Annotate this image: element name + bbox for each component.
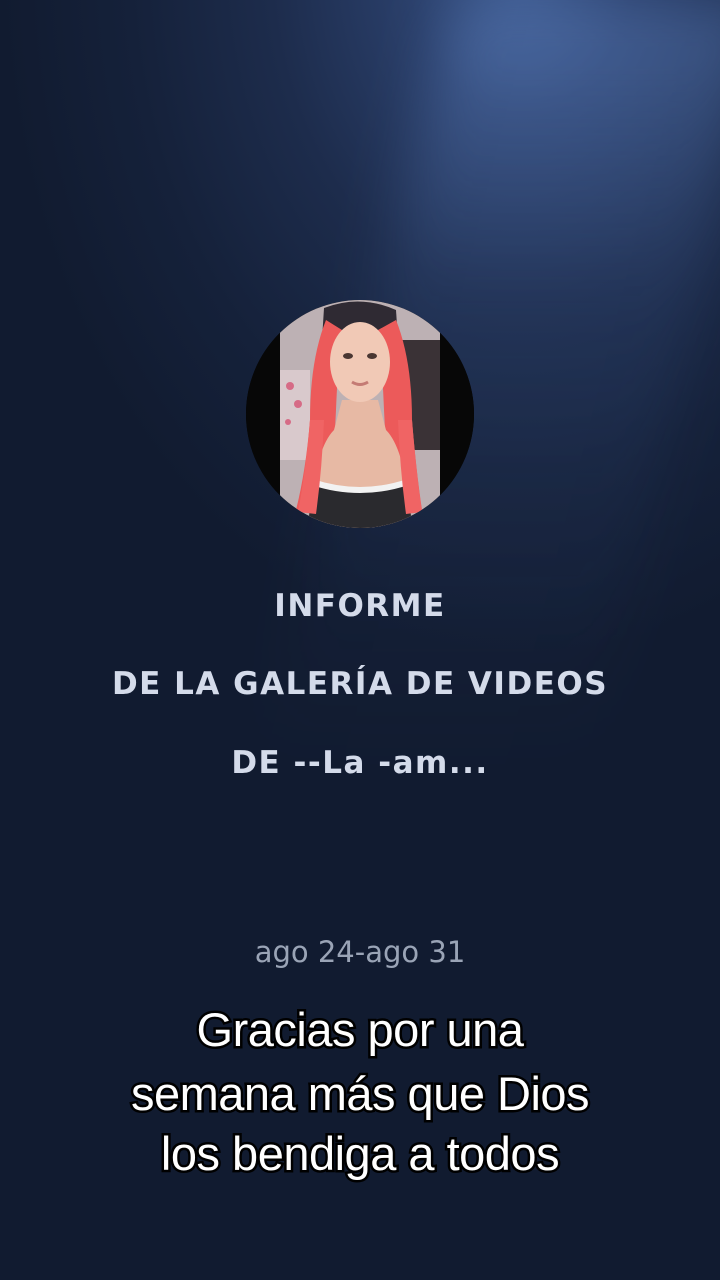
report-date-range: ago 24-ago 31	[254, 935, 466, 969]
caption-line-2: semana más que Dios	[128, 1065, 592, 1122]
profile-avatar	[246, 300, 474, 528]
report-title-line-1: INFORME	[274, 588, 446, 624]
report-title-line-3: DE --La -am...	[231, 745, 489, 781]
report-title-line-2: DE LA GALERÍA DE VIDEOS	[111, 666, 609, 702]
caption-line-3: los bendiga a todos	[158, 1125, 562, 1182]
caption-line-1: Gracias por una	[194, 1001, 526, 1058]
